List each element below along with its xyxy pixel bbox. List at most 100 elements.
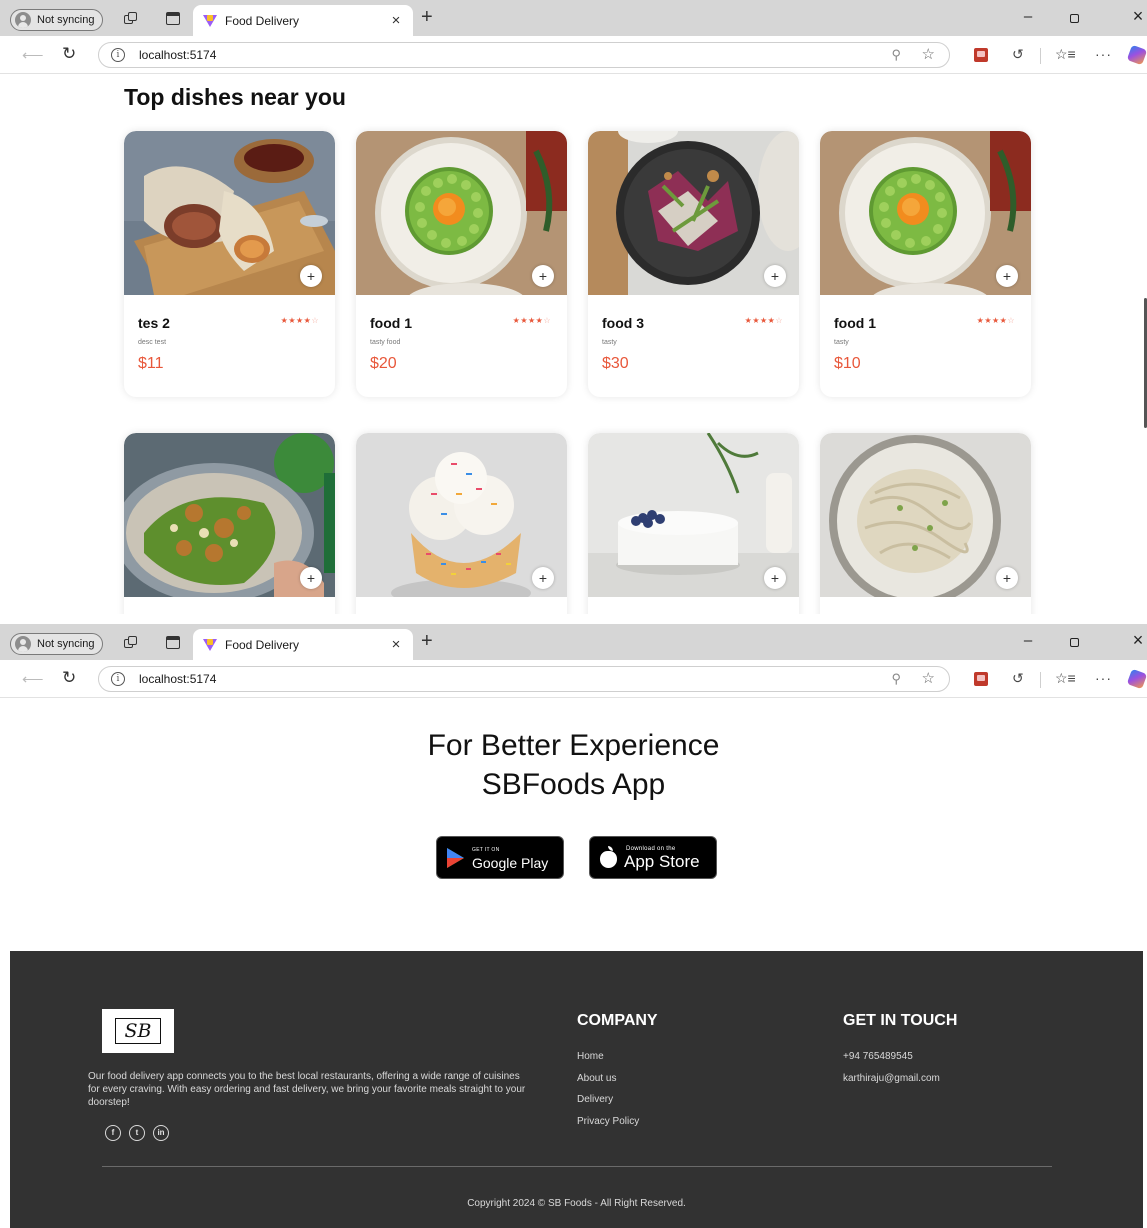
company-links: Home About us Delivery Privacy Policy [577, 1046, 639, 1132]
info-icon[interactable]: i [111, 48, 125, 62]
new-tab-button[interactable]: + [421, 630, 433, 653]
add-to-cart-icon[interactable]: + [532, 567, 554, 589]
contact-phone: +94 765489545 [843, 1051, 913, 1062]
profile-button[interactable]: Not syncing [10, 633, 104, 655]
tab-title: Food Delivery [225, 637, 300, 652]
url-field[interactable]: i localhost:5174 ⚲ ☆ [98, 666, 950, 692]
app-store-label: App Store [624, 852, 700, 871]
add-to-cart-icon[interactable]: + [300, 567, 322, 589]
copilot-icon[interactable] [1126, 668, 1147, 690]
new-tab-button[interactable]: + [421, 6, 433, 29]
add-to-cart-icon[interactable]: + [996, 567, 1018, 589]
sync-icon[interactable]: ↺ [1012, 670, 1024, 687]
close-window-button[interactable]: × [1128, 630, 1147, 651]
company-heading: COMPANY [577, 1012, 658, 1029]
food-card[interactable]: + food 1 ★★★★☆ tasty $10 [820, 131, 1031, 397]
back-arrow-icon[interactable]: ⟵ [22, 670, 44, 688]
social-links: f t in [105, 1125, 169, 1141]
contact-heading: GET IN TOUCH [843, 1012, 958, 1029]
food-price: $20 [370, 355, 397, 372]
minimize-button[interactable]: – [1018, 632, 1038, 649]
more-icon[interactable]: ··· [1095, 46, 1112, 62]
add-to-cart-icon[interactable]: + [764, 567, 786, 589]
footer-link-home[interactable]: Home [577, 1046, 639, 1068]
restore-icon [1069, 14, 1079, 23]
app-store-button[interactable]: Download on the App Store [589, 836, 717, 879]
info-icon[interactable]: i [111, 672, 125, 686]
more-icon[interactable]: ··· [1095, 670, 1112, 686]
profile-button[interactable]: Not syncing [10, 9, 104, 31]
twitter-icon[interactable]: t [129, 1125, 145, 1141]
linkedin-icon[interactable]: in [153, 1125, 169, 1141]
url-field[interactable]: i localhost:5174 ⚲ ☆ [98, 42, 950, 68]
facebook-icon[interactable]: f [105, 1125, 121, 1141]
contact-email[interactable]: karthiraju@gmail.com [843, 1068, 940, 1090]
scrollbar[interactable] [1143, 74, 1147, 614]
add-to-cart-icon[interactable]: + [764, 265, 786, 287]
app-download-title: For Better Experience SBFoods App [0, 726, 1147, 804]
food-name: food 1 [370, 315, 412, 331]
food-card[interactable]: + food 1 ★★★★☆ tasty food $20 [356, 131, 567, 397]
restore-button[interactable] [1064, 632, 1084, 649]
rating-stars-icon: ★★★★☆ [512, 316, 551, 325]
tab-food-delivery[interactable]: Food Delivery × [193, 629, 413, 660]
url-text: localhost:5174 [139, 672, 217, 686]
rating-stars-icon: ★★★★☆ [976, 316, 1015, 325]
food-desc: tasty [834, 339, 849, 346]
minimize-button[interactable]: – [1018, 8, 1038, 25]
sb-logo[interactable]: SB [102, 1009, 174, 1053]
profile-label: Not syncing [37, 638, 95, 650]
food-card[interactable]: + [356, 433, 567, 614]
add-to-cart-icon[interactable]: + [300, 265, 322, 287]
logo-text: SB [115, 1018, 161, 1044]
zoom-icon[interactable]: ⚲ [891, 47, 901, 63]
favorites-icon[interactable]: ☆≡ [1055, 670, 1076, 687]
copyright: Copyright 2024 © SB Foods - All Right Re… [467, 1198, 686, 1209]
food-card[interactable]: + [588, 433, 799, 614]
food-card[interactable]: + food 3 ★★★★☆ tasty $30 [588, 131, 799, 397]
food-info: food 1 ★★★★☆ tasty food $20 [356, 295, 567, 397]
sync-icon[interactable]: ↺ [1012, 46, 1024, 63]
footer: SB Our food delivery app connects you to… [10, 951, 1143, 1228]
add-to-cart-icon[interactable]: + [532, 265, 554, 287]
close-window-button[interactable]: × [1128, 6, 1147, 27]
google-play-button[interactable]: GET IT ON Google Play [436, 836, 564, 879]
add-to-cart-icon[interactable]: + [996, 265, 1018, 287]
food-desc: desc test [138, 339, 167, 346]
tab-actions-icon[interactable] [166, 12, 180, 25]
food-image-sprinkle-ice-cream: + [356, 433, 567, 597]
food-price: $10 [834, 355, 861, 372]
workspaces-icon[interactable] [124, 636, 138, 649]
extension-icon[interactable] [974, 672, 988, 686]
tab-close-icon[interactable]: × [389, 12, 403, 29]
food-card[interactable]: + [124, 433, 335, 614]
footer-link-privacy[interactable]: Privacy Policy [577, 1111, 639, 1133]
favorite-star-icon[interactable]: ☆ [922, 669, 935, 687]
tab-strip: Not syncing Food Delivery × + – × [0, 624, 1147, 660]
address-bar-row: ⟵ ↻ i localhost:5174 ⚲ ☆ ↺ ☆≡ ··· [0, 36, 1147, 74]
tab-food-delivery[interactable]: Food Delivery × [193, 5, 413, 36]
workspaces-icon[interactable] [124, 12, 138, 25]
reload-icon[interactable]: ↻ [62, 44, 76, 64]
reload-icon[interactable]: ↻ [62, 668, 76, 688]
extension-icon[interactable] [974, 48, 988, 62]
zoom-icon[interactable]: ⚲ [891, 671, 901, 687]
food-name: food 3 [602, 315, 644, 331]
food-card[interactable]: + [820, 433, 1031, 614]
food-info: food 3 ★★★★☆ tasty $30 [588, 295, 799, 397]
footer-link-delivery[interactable]: Delivery [577, 1089, 639, 1111]
favorite-star-icon[interactable]: ☆ [922, 45, 935, 63]
restore-button[interactable] [1064, 8, 1084, 25]
back-arrow-icon[interactable]: ⟵ [22, 46, 44, 64]
tab-close-icon[interactable]: × [389, 636, 403, 653]
copilot-icon[interactable] [1126, 44, 1147, 66]
toolbar-divider [1040, 48, 1041, 64]
favorites-icon[interactable]: ☆≡ [1055, 46, 1076, 63]
footer-link-about[interactable]: About us [577, 1068, 639, 1090]
food-image-salad-dark-plate: + [588, 131, 799, 295]
food-card[interactable]: + tes 2 ★★★★☆ desc test $11 [124, 131, 335, 397]
food-image-caesar-salad: + [124, 433, 335, 597]
tab-strip: Not syncing Food Delivery × + – × [0, 0, 1147, 36]
footer-description: Our food delivery app connects you to th… [88, 1071, 526, 1108]
tab-actions-icon[interactable] [166, 636, 180, 649]
